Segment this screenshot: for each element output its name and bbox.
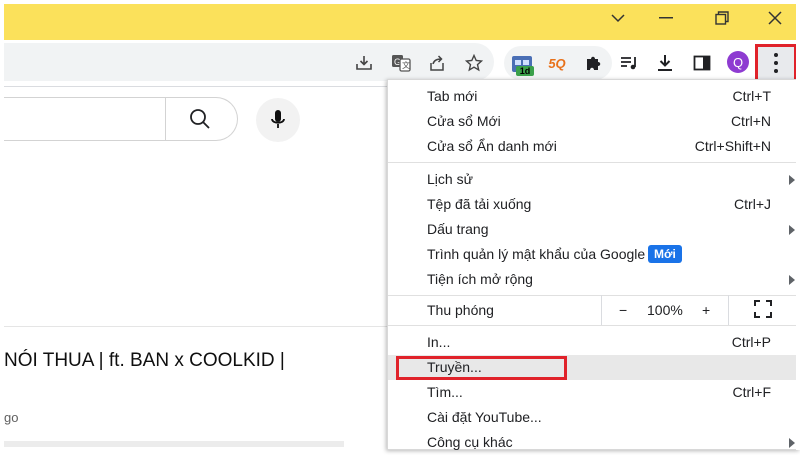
zoom-level: 100% — [647, 302, 683, 318]
description-text — [4, 441, 344, 447]
translate-icon[interactable]: G文 — [390, 52, 412, 74]
svg-text:文: 文 — [402, 60, 410, 70]
frame-border — [0, 0, 4, 450]
search-divider — [165, 97, 166, 141]
submenu-arrow-icon — [789, 275, 795, 285]
close-window-button[interactable] — [758, 6, 792, 30]
menu-item-history[interactable]: Lịch sử — [388, 167, 799, 192]
menu-item-new-tab[interactable]: Tab mới Ctrl+T — [388, 84, 799, 109]
chrome-menu: Tab mới Ctrl+T Cửa sổ Mới Ctrl+N Cửa sổ … — [387, 79, 800, 450]
menu-item-incognito[interactable]: Cửa sổ Ẩn danh mới Ctrl+Shift+N — [388, 134, 799, 159]
media-control-icon[interactable] — [617, 51, 641, 75]
bookmark-star-icon[interactable] — [463, 52, 485, 74]
menu-separator — [388, 295, 799, 296]
search-button[interactable] — [178, 104, 222, 134]
search-icon — [190, 109, 210, 129]
menu-separator — [388, 325, 799, 326]
menu-item-find[interactable]: Tìm... Ctrl+F — [388, 380, 799, 405]
submenu-arrow-icon — [789, 225, 795, 235]
zoom-divider — [728, 295, 729, 325]
chrome-menu-button[interactable] — [755, 44, 797, 82]
submenu-arrow-icon — [789, 438, 795, 448]
omnibox[interactable]: G文 — [0, 43, 494, 81]
cast-highlight-box — [396, 356, 567, 380]
menu-item-print[interactable]: In... Ctrl+P — [388, 330, 799, 355]
microphone-icon — [271, 110, 285, 128]
voice-search-button[interactable] — [256, 98, 300, 142]
extension-label: 5Q — [548, 55, 566, 71]
menu-item-password-manager[interactable]: Trình quản lý mật khẩu của Google Mới — [388, 242, 799, 267]
menu-item-zoom: Thu phóng − 100% + — [388, 295, 800, 325]
zoom-out-button[interactable]: − — [619, 302, 627, 318]
frame-border — [796, 0, 800, 450]
menu-separator — [388, 162, 799, 163]
video-title[interactable]: NÓI THUA | ft. BAN x COOLKID | — [4, 350, 285, 372]
content-divider — [0, 326, 390, 327]
menu-item-bookmarks[interactable]: Dấu trang — [388, 217, 799, 242]
zoom-controls: − 100% + — [601, 295, 800, 325]
restore-button[interactable] — [705, 6, 739, 30]
share-icon[interactable] — [426, 52, 448, 74]
menu-item-extensions[interactable]: Tiện ích mở rộng — [388, 267, 799, 292]
new-badge: Mới — [648, 245, 682, 263]
fullscreen-icon[interactable] — [754, 300, 772, 318]
menu-item-youtube-settings[interactable]: Cài đặt YouTube... — [388, 405, 799, 430]
profile-avatar[interactable]: Q — [727, 51, 749, 73]
minimize-button[interactable] — [649, 6, 683, 30]
frame-border — [0, 0, 800, 4]
extension-badge: 1d — [516, 66, 534, 76]
chevron-down-icon[interactable] — [601, 6, 635, 30]
title-bar — [0, 0, 800, 40]
menu-item-new-window[interactable]: Cửa sổ Mới Ctrl+N — [388, 109, 799, 134]
zoom-in-button[interactable]: + — [702, 302, 710, 318]
side-panel-icon[interactable] — [690, 51, 714, 75]
menu-item-more-tools[interactable]: Công cụ khác — [388, 430, 799, 455]
submenu-arrow-icon — [789, 175, 795, 185]
downloads-icon[interactable] — [653, 51, 677, 75]
puzzle-extensions-icon[interactable] — [581, 51, 605, 75]
zoom-divider — [601, 295, 602, 325]
shopping-extension-icon[interactable]: 5Q — [545, 51, 569, 75]
install-app-icon[interactable] — [353, 52, 375, 74]
menu-item-downloads[interactable]: Tệp đã tải xuống Ctrl+J — [388, 192, 799, 217]
channel-name[interactable]: go — [4, 410, 18, 425]
